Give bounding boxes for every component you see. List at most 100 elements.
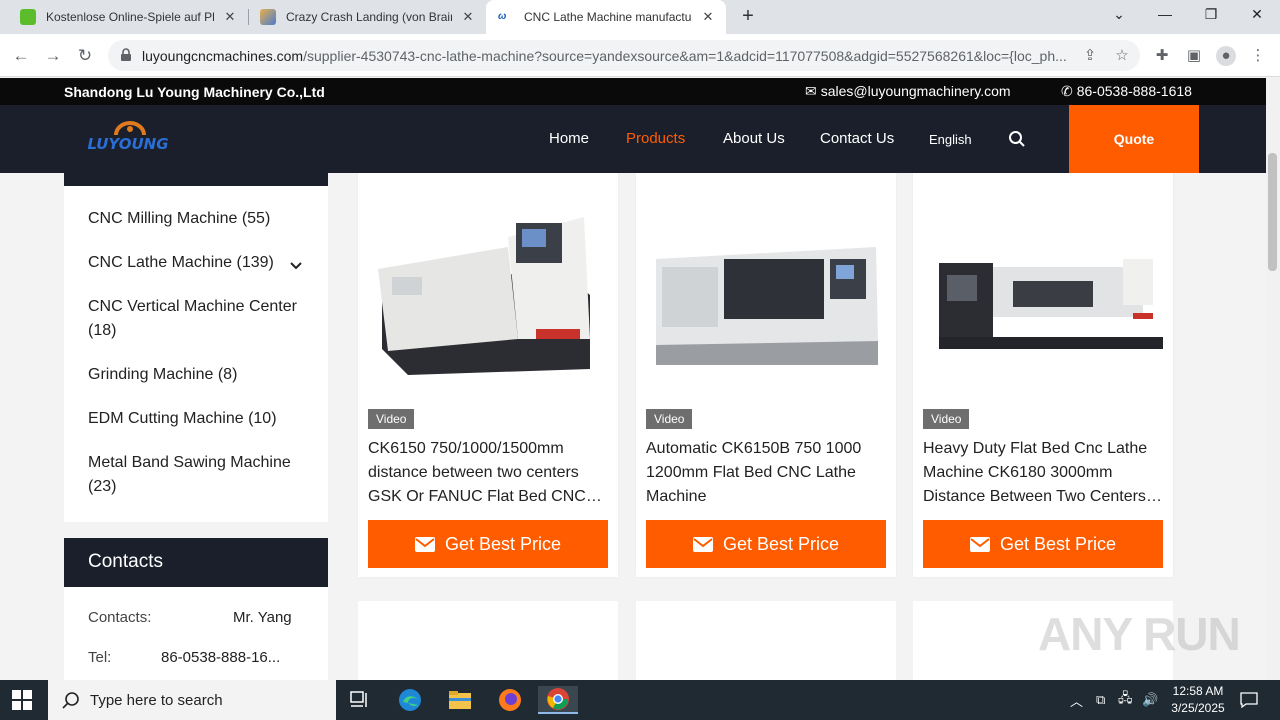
chrome-icon[interactable]	[538, 686, 578, 714]
nav-about-us[interactable]: About Us	[723, 130, 785, 147]
windows-start-icon[interactable]	[12, 690, 32, 710]
reload-icon[interactable]: ↻	[72, 43, 98, 69]
edge-browser-icon[interactable]	[390, 686, 430, 714]
chevron-down-icon[interactable]	[288, 257, 304, 273]
taskbar-search-box[interactable]: Type here to search	[48, 680, 336, 720]
nav-products[interactable]: Products	[626, 130, 685, 147]
company-name: Shandong Lu Young Machinery Co.,Ltd	[64, 84, 325, 100]
tel-value[interactable]: 86-0538-888-16...	[161, 649, 280, 666]
envelope-icon: ✉	[805, 83, 817, 99]
product-image[interactable]	[923, 189, 1163, 389]
firefox-icon[interactable]	[490, 686, 530, 714]
clock-time: 12:58 AM	[1172, 684, 1224, 698]
tray-network-icon[interactable]: 🖧	[1118, 680, 1133, 720]
search-icon	[62, 692, 79, 709]
tab-cnc-lathe-machine[interactable]: ω CNC Lathe Machine manufactur ✕	[486, 0, 726, 34]
language-selector[interactable]: English	[929, 132, 972, 147]
nav-contact-us[interactable]: Contact Us	[820, 130, 894, 147]
luyoung-logo[interactable]: LUYOUNG	[76, 121, 180, 157]
close-window-button[interactable]: ✕	[1234, 0, 1280, 30]
quote-button[interactable]: Quote	[1069, 105, 1199, 173]
logo-gear-dot	[127, 126, 133, 132]
product-card[interactable]: Video CK6150 750/1000/1500mm distance be…	[358, 173, 618, 577]
new-tab-button[interactable]: +	[736, 5, 760, 29]
product-title[interactable]: Automatic CK6150B 750 1000 1200mm Flat B…	[646, 437, 886, 509]
button-label: Get Best Price	[999, 533, 1117, 554]
product-image[interactable]	[368, 189, 608, 389]
tel-label: Tel:	[88, 649, 112, 666]
envelope-icon	[692, 536, 713, 552]
tray-volume-icon[interactable]: 🔊	[1142, 680, 1158, 720]
tab-close-icon[interactable]: ✕	[460, 9, 476, 25]
notification-icon[interactable]	[1240, 680, 1258, 720]
extensions-icon[interactable]: ✚	[1152, 46, 1172, 66]
url-text[interactable]: luyoungcncmachines.com/supplier-4530743-…	[142, 48, 1072, 64]
taskbar-search-placeholder: Type here to search	[90, 691, 223, 709]
get-best-price-button[interactable]: Get Best Price	[368, 520, 608, 568]
tab-close-icon[interactable]: ✕	[700, 9, 716, 25]
task-view-icon[interactable]	[340, 686, 380, 714]
get-best-price-button[interactable]: Get Best Price	[923, 520, 1163, 568]
file-explorer-icon[interactable]	[440, 686, 480, 714]
browser-tab-bar: Kostenlose Online-Spiele auf Pla ✕ Crazy…	[0, 0, 1280, 34]
tab-close-icon[interactable]: ✕	[222, 9, 238, 25]
page-scrollbar-thumb[interactable]	[1268, 153, 1277, 271]
nav-home[interactable]: Home	[549, 130, 589, 147]
game-favicon-icon	[260, 9, 276, 25]
product-image[interactable]	[646, 189, 886, 389]
category-cnc-vertical[interactable]: CNC Vertical Machine Center (18)	[88, 295, 308, 343]
product-card-partial[interactable]	[636, 601, 896, 681]
product-title[interactable]: Heavy Duty Flat Bed Cnc Lathe Machine CK…	[923, 437, 1163, 509]
category-grinding[interactable]: Grinding Machine (8)	[88, 363, 308, 387]
contact-name-label: Contacts:	[88, 609, 152, 626]
bookmark-star-icon[interactable]: ☆	[1112, 46, 1132, 66]
category-metal-band-sawing[interactable]: Metal Band Sawing Machine (23)	[88, 451, 308, 499]
email-link[interactable]: ✉ sales@luyoungmachinery.com	[805, 83, 1011, 100]
minimize-button[interactable]: —	[1142, 0, 1188, 30]
phone-text: 86-0538-888-1618	[1076, 83, 1192, 99]
maximize-button[interactable]: ❐	[1188, 0, 1234, 30]
tab-crazy-crash-landing[interactable]: Crazy Crash Landing (von Brainl ✕	[248, 0, 486, 34]
clock-date: 3/25/2025	[1171, 701, 1225, 715]
kebab-menu-icon[interactable]: ⋮	[1248, 46, 1268, 66]
product-card-partial[interactable]	[358, 601, 618, 681]
category-cnc-milling[interactable]: CNC Milling Machine (55)	[88, 207, 308, 231]
product-card[interactable]: Video Automatic CK6150B 750 1000 1200mm …	[636, 173, 896, 577]
omnibox[interactable]: luyoungcncmachines.com/supplier-4530743-…	[108, 40, 1140, 71]
video-badge: Video	[923, 409, 970, 429]
contacts-heading: Contacts	[64, 538, 328, 587]
url-path: /supplier-4530743-cnc-lathe-machine?sour…	[303, 48, 1067, 64]
logo-text: LUYOUNG	[87, 135, 168, 153]
category-cnc-lathe[interactable]: CNC Lathe Machine (139)	[88, 251, 308, 275]
side-panel-icon[interactable]: ▣	[1184, 46, 1204, 66]
back-icon[interactable]: ←	[8, 43, 34, 69]
button-label: Get Best Price	[722, 533, 840, 554]
profile-avatar-icon[interactable]: ●	[1216, 46, 1236, 66]
product-card[interactable]: Video Heavy Duty Flat Bed Cnc Lathe Mach…	[913, 173, 1173, 577]
tray-network-drive-icon[interactable]: ⧉	[1096, 680, 1105, 720]
category-edm-cutting[interactable]: EDM Cutting Machine (10)	[88, 407, 308, 431]
tab-kostenlose-spiele[interactable]: Kostenlose Online-Spiele auf Pla ✕	[8, 0, 248, 34]
luyoung-favicon-icon: ω	[498, 9, 514, 25]
tab-title: Crazy Crash Landing (von Brainl	[286, 10, 452, 24]
site-top-strip: Shandong Lu Young Machinery Co.,Ltd ✉ sal…	[0, 78, 1266, 105]
sidebar-header-strip	[64, 173, 328, 186]
get-best-price-button[interactable]: Get Best Price	[646, 520, 886, 568]
video-badge: Video	[368, 409, 415, 429]
tray-chevron-up-icon[interactable]: ︿	[1070, 680, 1083, 720]
tab-search-button[interactable]: ⌄	[1096, 0, 1142, 30]
video-badge: Video	[646, 409, 693, 429]
tab-title: Kostenlose Online-Spiele auf Pla	[46, 10, 214, 24]
envelope-icon	[969, 536, 990, 552]
phone-link[interactable]: ✆ 86-0538-888-1618	[1061, 83, 1192, 100]
taskbar-clock[interactable]: 12:58 AM 3/25/2025	[1162, 683, 1234, 717]
windows-taskbar: Type here to search ︿ ⧉ 🖧 🔊 12:58 AM 3/2…	[0, 680, 1280, 720]
share-icon[interactable]: ⇪	[1080, 46, 1100, 66]
anyrun-watermark: ANY RUN	[1038, 608, 1241, 660]
search-icon[interactable]	[1008, 130, 1026, 148]
lock-icon[interactable]	[120, 48, 132, 62]
address-bar-row: ← → ↻ luyoungcncmachines.com/supplier-45…	[0, 34, 1280, 77]
forward-icon[interactable]: →	[40, 43, 66, 69]
sidebar-categories: CNC Milling Machine (55) CNC Lathe Machi…	[64, 173, 328, 522]
product-title[interactable]: CK6150 750/1000/1500mm distance between …	[368, 437, 608, 509]
